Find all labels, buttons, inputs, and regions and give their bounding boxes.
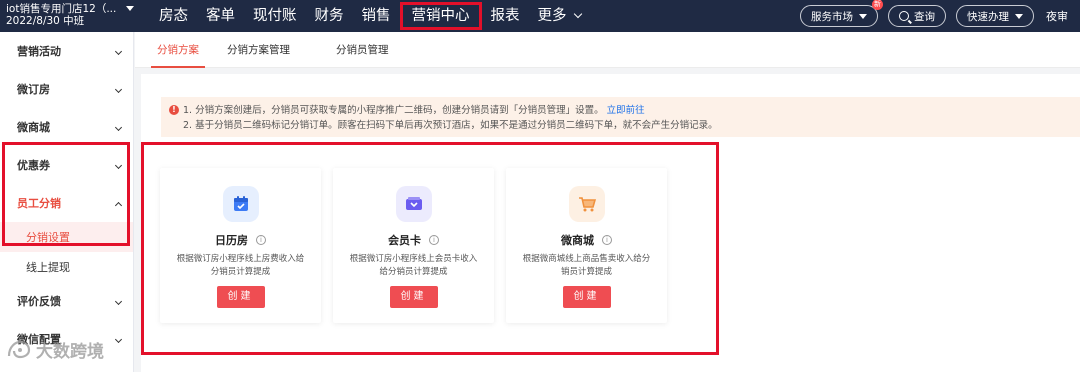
caret-down-icon [126,6,134,11]
watermark-text: 大数跨境 [36,342,104,362]
store-date: 2022/8/30 中班 [6,15,85,27]
caret-down-icon [1015,13,1023,19]
store-name: iot销售专用门店12（... [6,3,117,15]
nav-cash-account[interactable]: 现付账 [244,2,306,30]
card-description: 根据微订房小程序线上会员卡收入给分销员计算提成 [349,254,478,277]
quick-action-button[interactable]: 快速办理 [956,5,1034,27]
notice-text-1: 1. 分销方案创建后，分销员可获取专属的小程序推广二维码，创建分销员请到「分销员… [183,105,604,116]
notice-line-2: 2. 基于分销员二维码标记分销订单。顾客在扫码下单后再次预订酒店，如果不是通过分… [183,120,718,131]
nav-finance[interactable]: 财务 [306,2,353,30]
sidebar-item-marketing-activities[interactable]: 营销活动 [0,32,133,70]
tab-bar: 分销方案 分销方案管理 分销员管理 [135,32,1080,68]
create-micro-mall-button[interactable]: 创建 [562,286,611,308]
new-badge: 新 [872,0,883,10]
chevron-down-icon [114,123,123,131]
notice-banner: ! 1. 分销方案创建后，分销员可获取专属的小程序推广二维码，创建分销员请到「分… [161,97,1080,137]
card-title-row: 会员卡 i [333,232,494,248]
card-calendar-room: 日历房 i 根据微订房小程序线上房费收入给分销员计算提成 创建 [160,168,321,323]
quick-action-label: 快速办理 [967,10,1009,23]
search-icon [899,11,909,21]
tab-distribution-plan[interactable]: 分销方案 [151,33,205,68]
nav-marketing-center[interactable]: 营销中心 [399,2,482,30]
shopping-cart-icon [578,197,596,212]
member-card-icon [405,197,422,210]
watermark: 大数跨境 [6,337,104,362]
search-button[interactable]: 查询 [888,5,946,27]
sidebar-item-reviews[interactable]: 评价反馈 [0,282,133,320]
go-now-link[interactable]: 立即前往 [607,105,645,116]
top-bar: iot销售专用门店12（... 2022/8/30 中班 房态 客单 现付账 财… [0,0,1080,32]
calendar-icon-box [222,186,259,222]
sidebar-subitem-online-withdrawal[interactable]: 线上提现 [0,252,133,282]
nav-reports[interactable]: 报表 [482,2,529,30]
chevron-down-icon [573,9,582,19]
header-tools: 服务市场 新 查询 快速办理 夜审 [800,0,1080,32]
main-nav: 房态 客单 现付账 财务 销售 营销中心 报表 更多 [150,0,590,32]
chevron-down-icon [114,297,123,305]
nav-sales[interactable]: 销售 [353,2,400,30]
caret-down-icon [859,13,867,19]
sidebar-item-micro-booking[interactable]: 微订房 [0,70,133,108]
create-member-card-button[interactable]: 创建 [389,286,438,308]
chevron-down-icon [114,335,123,343]
store-selector[interactable]: iot销售专用门店12（... 2022/8/30 中班 [0,0,140,32]
card-title: 微商城 [561,234,594,247]
info-icon[interactable]: i [429,235,439,245]
calendar-icon [233,196,248,211]
tab-plan-management[interactable]: 分销方案管理 [227,33,308,67]
member-card-icon-box [395,186,432,222]
card-title: 会员卡 [388,234,421,247]
shopping-cart-icon-box [568,186,605,222]
search-label: 查询 [914,10,935,23]
card-description: 根据微订房小程序线上房费收入给分销员计算提成 [176,254,305,277]
chevron-down-icon [114,85,123,93]
nav-room-status[interactable]: 房态 [150,2,197,30]
sidebar-item-micro-mall[interactable]: 微商城 [0,108,133,146]
nav-more[interactable]: 更多 [529,2,590,30]
night-audit-button[interactable]: 夜审 [1046,8,1068,24]
sidebar-item-label: 营销活动 [17,45,61,58]
sidebar-item-label: 微订房 [17,83,50,96]
sidebar-item-label: 评价反馈 [17,295,61,308]
service-market-label: 服务市场 [811,10,853,23]
sidebar-highlight-box [2,142,130,246]
nav-guest-orders[interactable]: 客单 [197,2,244,30]
card-micro-mall: 微商城 i 根据微商城线上商品售卖收入给分销员计算提成 创建 [506,168,667,323]
warning-icon: ! [169,105,179,115]
info-icon[interactable]: i [256,235,266,245]
info-icon[interactable]: i [602,235,612,245]
chevron-down-icon [114,47,123,55]
main-content: ! 1. 分销方案创建后，分销员可获取专属的小程序推广二维码，创建分销员请到「分… [141,74,1080,372]
card-description: 根据微商城线上商品售卖收入给分销员计算提成 [522,254,651,277]
tab-distributor-management[interactable]: 分销员管理 [336,33,407,67]
sidebar-item-label: 微商城 [17,121,50,134]
card-title-row: 日历房 i [160,232,321,248]
card-title-row: 微商城 i [506,232,667,248]
create-calendar-room-button[interactable]: 创建 [216,286,265,308]
notice-line-1: 1. 分销方案创建后，分销员可获取专属的小程序推广二维码，创建分销员请到「分销员… [183,103,1080,118]
watermark-logo-icon [7,340,31,358]
service-market-button[interactable]: 服务市场 新 [800,0,883,27]
card-title: 日历房 [215,234,248,247]
card-member-card: 会员卡 i 根据微订房小程序线上会员卡收入给分销员计算提成 创建 [333,168,494,323]
nav-more-label: 更多 [537,8,567,24]
